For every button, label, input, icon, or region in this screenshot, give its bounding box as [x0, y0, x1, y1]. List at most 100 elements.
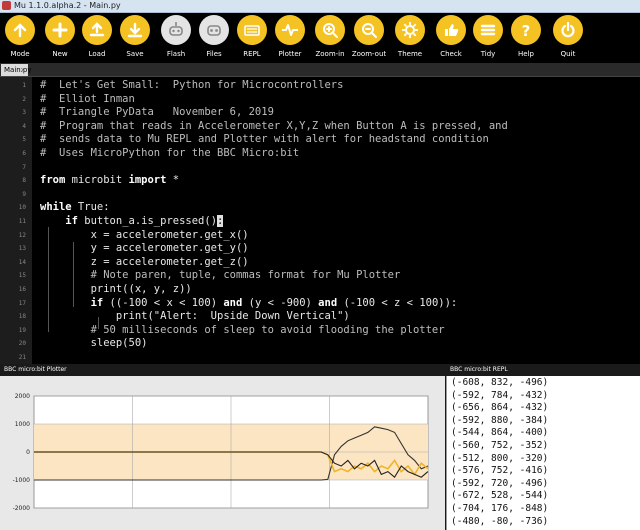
- repl-line: (-560, 752, -352): [451, 440, 549, 451]
- files-label: Files: [206, 50, 222, 58]
- question-icon: ?: [511, 15, 541, 45]
- repl-pane[interactable]: (-608, 832, -496) (-592, 784, -432) (-656,…: [446, 376, 640, 530]
- tab-main-py[interactable]: Main.py ×: [1, 64, 32, 76]
- mode-icon: [5, 15, 35, 45]
- check-label: Check: [440, 50, 462, 58]
- load-label: Load: [88, 50, 106, 58]
- repl-line: (-592, 784, -432): [451, 389, 549, 401]
- line-number: 13: [18, 245, 26, 253]
- repl-line: (-656, 864, -432): [451, 402, 549, 414]
- window-title: Mu 1.1.0.alpha.2 - Main.py: [14, 1, 121, 10]
- flash-button[interactable]: Flash: [156, 15, 196, 63]
- gear-icon: [395, 15, 425, 45]
- y-tick-label: 1000: [15, 421, 30, 428]
- check-button[interactable]: Check: [431, 15, 471, 63]
- line-number: 7: [22, 163, 26, 171]
- line-number: 19: [18, 326, 26, 334]
- mode-button[interactable]: Mode: [0, 15, 40, 63]
- code-line[interactable]: # Triangle PyData November 6, 2019: [40, 106, 274, 119]
- repl-title: BBC micro:bit REPL: [446, 364, 640, 376]
- line-number: 8: [22, 177, 26, 185]
- code-line[interactable]: # 50 milliseconds of sleep to avoid floo…: [40, 324, 445, 337]
- quit-button[interactable]: Quit: [548, 15, 588, 63]
- plotter-chart: 2000 1000 0 -1000 -2000: [0, 376, 445, 530]
- plotter-label: Plotter: [278, 50, 302, 58]
- new-button[interactable]: New: [40, 15, 80, 63]
- line-number: 4: [22, 122, 26, 130]
- keyboard-icon: [237, 15, 267, 45]
- code-line[interactable]: # Note paren, tuple, commas format for M…: [40, 269, 401, 282]
- plotter-button[interactable]: Plotter: [270, 15, 310, 63]
- zoom-out-label: Zoom-out: [351, 50, 387, 58]
- code-line[interactable]: # Uses MicroPython for the BBC Micro:bit: [40, 147, 299, 160]
- repl-label: REPL: [243, 50, 261, 58]
- code-line[interactable]: print("Alert: Upside Down Vertical"): [40, 310, 350, 323]
- thumbs-up-icon: [436, 15, 466, 45]
- quit-label: Quit: [560, 50, 576, 58]
- line-number: 18: [18, 313, 26, 321]
- tidy-label: Tidy: [480, 50, 496, 58]
- code-line[interactable]: if ((-100 < x < 100) and (y < -900) and …: [40, 297, 458, 310]
- new-label: New: [52, 50, 68, 58]
- line-number: 11: [18, 218, 26, 225]
- tab-bar: Main.py ×: [0, 63, 640, 77]
- repl-button[interactable]: REPL: [232, 15, 272, 63]
- line-number: 2: [22, 95, 26, 103]
- code-line[interactable]: # Let's Get Small: Python for Microcontr…: [40, 79, 343, 92]
- mu-app-icon: [2, 1, 11, 10]
- code-line[interactable]: z = accelerometer.get_z(): [40, 256, 249, 269]
- line-number: 17: [18, 299, 26, 307]
- line-number: 14: [18, 258, 26, 266]
- code-line[interactable]: if button_a.is_pressed():: [40, 215, 224, 228]
- help-label: Help: [518, 50, 534, 58]
- indent-guide: [48, 227, 49, 332]
- close-icon[interactable]: ×: [20, 64, 26, 76]
- line-number: 20: [18, 340, 26, 348]
- indent-guide: [73, 242, 74, 307]
- code-editor[interactable]: 1 2 3 4 5 6 7 8 9 10 11 12 13 14 15 16 17 18 19 20 21 # Let'…: [0, 77, 640, 364]
- pulse-icon: [275, 15, 305, 45]
- plotter-title: BBC micro:bit Plotter: [0, 364, 445, 376]
- zoom-in-label: Zoom-in: [315, 50, 345, 58]
- tidy-button[interactable]: Tidy: [468, 15, 508, 63]
- indent-guide: [98, 317, 99, 329]
- help-button[interactable]: ? Help: [506, 15, 546, 63]
- flash-label: Flash: [166, 50, 186, 58]
- repl-line: (-672, 528, -544): [451, 490, 549, 502]
- power-icon: [553, 15, 583, 45]
- line-number: 3: [22, 109, 26, 117]
- line-number: 21: [18, 354, 26, 361]
- code-line[interactable]: # Program that reads in Accelerometer X,…: [40, 120, 508, 133]
- code-line[interactable]: # sends data to Mu REPL and Plotter with…: [40, 133, 489, 146]
- plotter-pane: 2000 1000 0 -1000 -2000: [0, 376, 445, 530]
- line-number: 1: [22, 82, 26, 89]
- lines-icon: [473, 15, 503, 45]
- line-number: 10: [18, 204, 26, 212]
- code-line[interactable]: x = accelerometer.get_x(): [40, 229, 249, 242]
- code-line[interactable]: print((x, y, z)): [40, 283, 192, 296]
- line-number: 16: [18, 286, 26, 293]
- code-line[interactable]: from microbit import *: [40, 174, 179, 187]
- files-icon: [199, 15, 229, 45]
- y-tick-label: -1000: [13, 477, 31, 484]
- zoom-out-button[interactable]: Zoom-out: [349, 15, 389, 63]
- title-bar: Mu 1.1.0.alpha.2 - Main.py: [0, 0, 640, 13]
- repl-line: (-608, 832, -496): [451, 377, 549, 388]
- code-line[interactable]: sleep(50): [40, 337, 148, 350]
- code-line[interactable]: # Elliot Inman: [40, 93, 135, 106]
- code-line[interactable]: while True:: [40, 201, 110, 214]
- repl-line: (-480, -80, -736): [451, 515, 549, 527]
- tab-label: Main.py: [4, 66, 32, 74]
- theme-button[interactable]: Theme: [390, 15, 430, 63]
- svg-text:?: ?: [522, 22, 531, 39]
- zoom-out-icon: [354, 15, 384, 45]
- zoom-in-icon: [315, 15, 345, 45]
- files-button[interactable]: Files: [194, 15, 234, 63]
- zoom-in-button[interactable]: Zoom-in: [310, 15, 350, 63]
- repl-line: (-592, 720, -496): [451, 477, 549, 489]
- code-line[interactable]: y = accelerometer.get_y(): [40, 242, 249, 255]
- repl-line: (-576, 752, -416): [451, 465, 549, 477]
- load-button[interactable]: Load: [77, 15, 117, 63]
- save-button[interactable]: Save: [115, 15, 155, 63]
- line-number: 6: [22, 150, 26, 157]
